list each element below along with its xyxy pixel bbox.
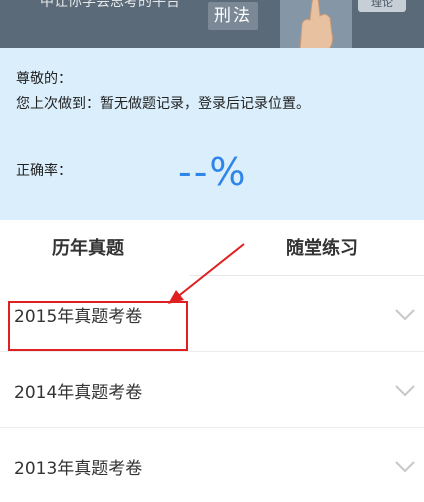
banner-slogan: 中让你学会思考的平台 [40, 0, 180, 10]
progress-panel: 尊敬的： 您上次做到：暂无做题记录，登录后记录位置。 正确率： --% [0, 48, 424, 220]
header-banner: 中让你学会思考的平台 刑法 理论 [0, 0, 424, 48]
list-item-label: 2013年真题考卷 [14, 459, 143, 479]
accuracy-value: --% [178, 150, 248, 194]
last-record-text: 您上次做到：暂无做题记录，登录后记录位置。 [16, 96, 310, 112]
banner-tag: 刑法 [208, 2, 258, 30]
hand-icon [280, 0, 352, 48]
banner-chip: 理论 [358, 0, 406, 12]
greeting-text: 尊敬的： [16, 71, 72, 87]
chevron-down-icon[interactable] [394, 308, 416, 322]
tab-bar: 历年真题 随堂练习 [0, 220, 424, 276]
list-item-label: 2014年真题考卷 [14, 383, 143, 403]
list-item[interactable]: 2014年真题考卷 [0, 352, 424, 428]
list-item-label: 2015年真题考卷 [14, 307, 143, 327]
chevron-down-icon[interactable] [394, 460, 416, 474]
accuracy-label: 正确率： [16, 163, 72, 179]
tab-practice[interactable]: 随堂练习 [286, 220, 358, 276]
chevron-down-icon[interactable] [394, 384, 416, 398]
list-item[interactable]: 2013年真题考卷 [0, 428, 424, 502]
list-item[interactable]: 2015年真题考卷 [0, 276, 424, 352]
tab-past-exams[interactable]: 历年真题 [52, 220, 124, 276]
